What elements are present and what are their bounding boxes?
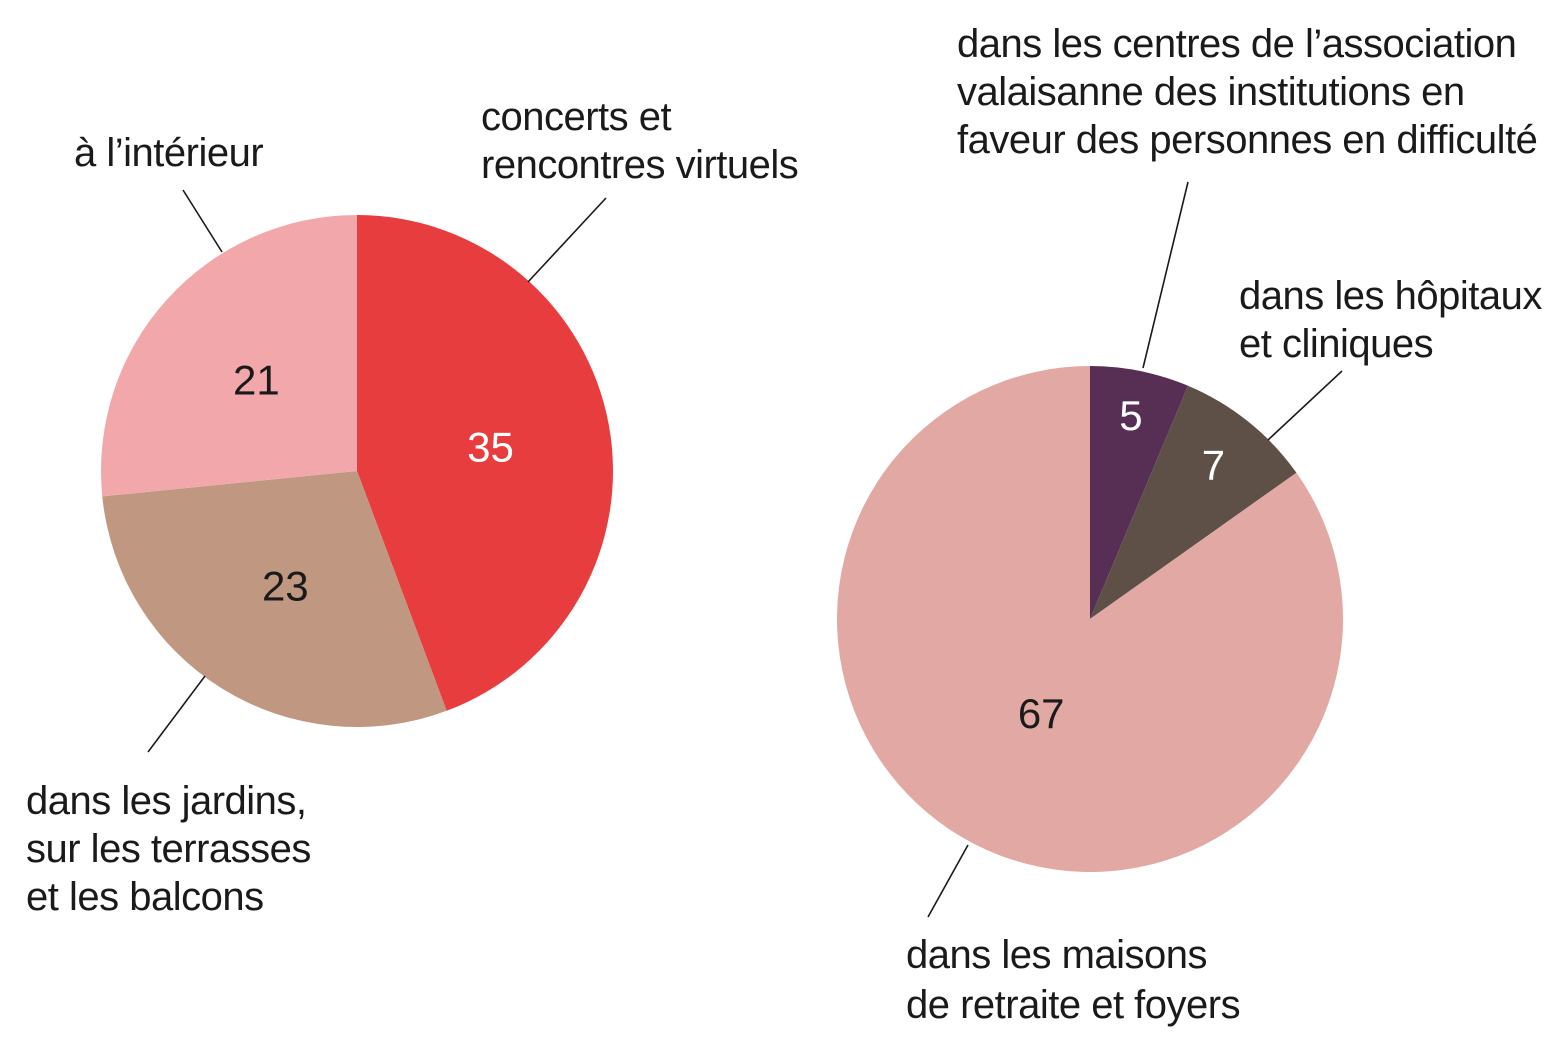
pie-1-slice-1-category-label: dans les hôpitaux et cliniques bbox=[1239, 274, 1542, 366]
pie-0-slice-2-category-label: à l’intérieur bbox=[74, 131, 263, 175]
pie-1-slice-0-category-label-line: valaisanne des institutions en bbox=[957, 70, 1465, 114]
pie-1-slice-0-category-label: dans les centres de l’association valaisa… bbox=[957, 22, 1537, 162]
pie-1-slice-0-category-label-line: dans les centres de l’association bbox=[957, 22, 1516, 66]
pie-1-slice-1-category-label-line: et cliniques bbox=[1239, 322, 1433, 366]
pie-1-slice-1-leader-line bbox=[1267, 370, 1343, 441]
pie-0-slice-0-leader-line bbox=[527, 197, 607, 283]
pie-chart-activities: 35 concerts et rencontres virtuels 23 dans l… bbox=[26, 95, 799, 919]
pie-0-slice-0-category-label-line: concerts et bbox=[481, 95, 672, 139]
pie-0-slice-1-value: 23 bbox=[262, 563, 309, 610]
pie-0-slice-1-leader-line bbox=[147, 675, 206, 753]
pie-1-slice-2-value: 67 bbox=[1018, 690, 1065, 737]
pie-0-slice-1-category-label-line: et les balcons bbox=[26, 875, 264, 919]
pie-0-slice-1-category-label-line: dans les jardins, bbox=[26, 779, 307, 823]
pie-1-slice-2-category-label-line: de retraite et foyers bbox=[906, 983, 1240, 1027]
pie-1-slice-2-category-label-line: dans les maisons bbox=[906, 933, 1207, 977]
pie-1-slice-0-category-label-line: faveur des personnes en difficulté bbox=[957, 118, 1537, 162]
pie-1-slice-1-category-label-line: dans les hôpitaux bbox=[1239, 274, 1542, 318]
pie-1-slice-1-value: 7 bbox=[1202, 442, 1225, 489]
pie-1-slice-0-value: 5 bbox=[1119, 392, 1142, 439]
pie-1-slice-2-leader-line bbox=[927, 844, 969, 918]
pie-0-slice-2-leader-line bbox=[182, 189, 223, 253]
pie-0-slice-2-category-label-line: à l’intérieur bbox=[74, 131, 263, 175]
pie-0-slice-1-category-label-line: sur les terrasses bbox=[26, 827, 311, 871]
pie-0-slice-2 bbox=[100, 214, 357, 497]
pie-0-slice-2-value: 21 bbox=[233, 356, 280, 403]
pie-chart-venues: 5 dans les centres de l’association valais… bbox=[837, 22, 1543, 1027]
pie-1-slice-2-category-label: dans les maisons de retraite et foyers bbox=[906, 933, 1240, 1027]
pie-1-slice-0-leader-line bbox=[1142, 181, 1189, 369]
pie-charts-figure: 35 concerts et rencontres virtuels 23 dans l… bbox=[26, 22, 1543, 1027]
pie-0-slice-1-category-label: dans les jardins, sur les terrasses et les… bbox=[26, 779, 311, 919]
pie-0-slice-0-value: 35 bbox=[467, 423, 514, 470]
pie-0-slice-0-category-label-line: rencontres virtuels bbox=[481, 143, 798, 187]
pie-0-slice-0-category-label: concerts et rencontres virtuels bbox=[481, 95, 798, 187]
